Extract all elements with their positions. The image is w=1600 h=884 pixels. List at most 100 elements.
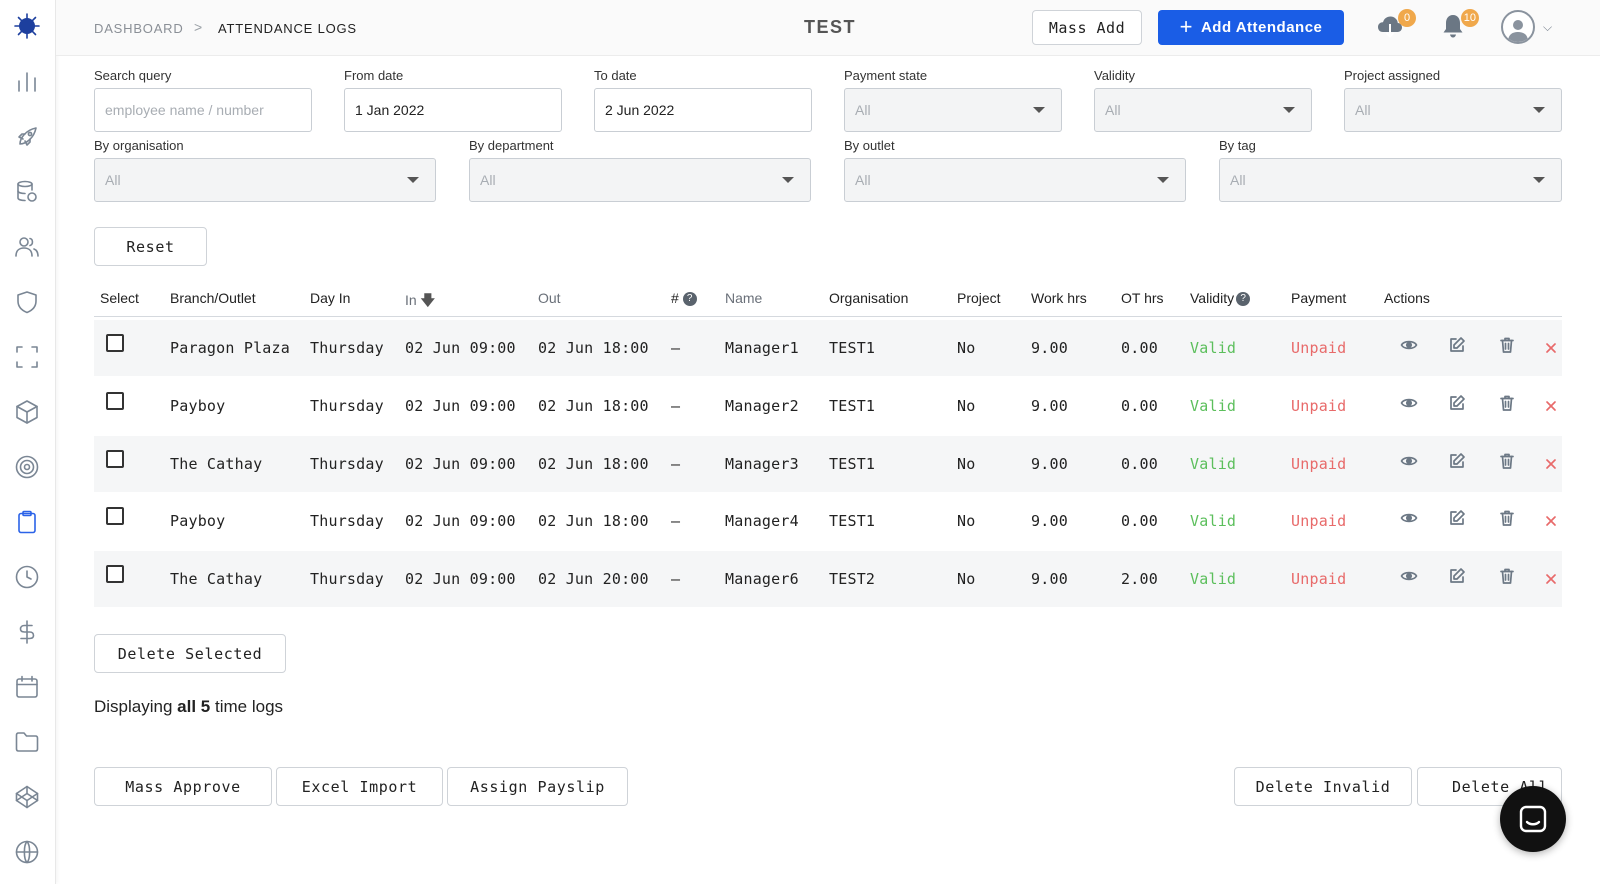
add-attendance-button[interactable]: + Add Attendance (1158, 10, 1344, 45)
cube-icon[interactable] (13, 398, 41, 426)
row-checkbox[interactable] (106, 334, 124, 352)
close-icon[interactable] (1542, 570, 1562, 590)
edit-icon[interactable] (1448, 567, 1468, 587)
logo-icon[interactable] (13, 12, 41, 40)
row-checkbox[interactable] (106, 392, 124, 410)
row-checkbox[interactable] (106, 565, 124, 583)
delete-selected-button[interactable]: Delete Selected (94, 634, 286, 673)
tag-select[interactable]: All (1219, 158, 1562, 202)
assign-payslip-button[interactable]: Assign Payslip (447, 767, 628, 806)
help-icon[interactable]: ? (1236, 292, 1251, 307)
view-icon[interactable] (1400, 336, 1420, 356)
close-icon[interactable] (1542, 339, 1562, 359)
cell-validity: Valid (1190, 397, 1237, 415)
th-work-hrs[interactable]: Work hrs (1031, 290, 1087, 306)
project-assigned-select[interactable]: All (1344, 88, 1562, 132)
cell-project: No (957, 512, 976, 530)
reset-button[interactable]: Reset (94, 227, 207, 266)
folder-icon[interactable] (13, 728, 41, 756)
delete-invalid-button[interactable]: Delete Invalid (1234, 767, 1412, 806)
trash-icon[interactable] (1498, 336, 1518, 356)
shield-icon[interactable] (13, 288, 41, 316)
edit-icon[interactable] (1448, 394, 1468, 414)
chevron-down-icon[interactable]: ⌵ (1543, 20, 1552, 35)
edit-icon[interactable] (1448, 452, 1468, 472)
cloud-download-icon[interactable]: 0 (1376, 9, 1416, 42)
th-actions: Actions (1384, 290, 1430, 306)
rocket-icon[interactable] (13, 123, 41, 151)
breadcrumb-separator: > (194, 19, 203, 35)
cell-organisation: TEST1 (829, 455, 876, 473)
cell-name: Manager6 (725, 570, 799, 588)
department-select[interactable]: All (469, 158, 811, 202)
mass-approve-button[interactable]: Mass Approve (94, 767, 272, 806)
payment-state-value: All (855, 102, 871, 118)
bell-icon[interactable]: 10 (1439, 9, 1479, 42)
avatar[interactable] (1501, 10, 1535, 44)
edit-icon[interactable] (1448, 509, 1468, 529)
close-icon[interactable] (1542, 397, 1562, 417)
th-day-in[interactable]: Day In (310, 290, 350, 306)
summary-prefix: Displaying (94, 697, 173, 716)
from-date-input[interactable]: 1 Jan 2022 (344, 88, 562, 132)
view-icon[interactable] (1400, 452, 1420, 472)
th-ot-hrs[interactable]: OT hrs (1121, 290, 1164, 306)
cell-name: Manager3 (725, 455, 799, 473)
globe-icon[interactable] (13, 838, 41, 866)
payment-state-label: Payment state (844, 68, 928, 83)
trash-icon[interactable] (1498, 567, 1518, 587)
codepen-icon[interactable] (13, 783, 41, 811)
view-icon[interactable] (1400, 509, 1420, 529)
clipboard-icon[interactable] (13, 508, 41, 536)
table-row: The Cathay Thursday 02 Jun 09:00 02 Jun 20:… (94, 551, 1562, 607)
view-icon[interactable] (1400, 394, 1420, 414)
th-in[interactable]: In 🡇 (405, 290, 435, 314)
cell-in: 02 Jun 09:00 (405, 512, 516, 530)
close-icon[interactable] (1542, 455, 1562, 475)
view-icon[interactable] (1400, 567, 1420, 587)
th-project[interactable]: Project (957, 290, 1001, 306)
chart-icon[interactable] (13, 68, 41, 96)
cell-out: 02 Jun 18:00 (538, 397, 649, 415)
help-icon[interactable]: ? (682, 292, 697, 307)
payment-state-select[interactable]: All (844, 88, 1062, 132)
th-payment[interactable]: Payment (1291, 290, 1346, 306)
clock-icon[interactable] (13, 563, 41, 591)
top-header: DASHBOARD > ATTENDANCE LOGS TEST Mass Ad… (56, 0, 1600, 56)
th-organisation[interactable]: Organisation (829, 290, 908, 306)
mass-add-button[interactable]: Mass Add (1032, 10, 1142, 45)
cell-out: 02 Jun 20:00 (538, 570, 649, 588)
edit-icon[interactable] (1448, 336, 1468, 356)
database-icon[interactable] (13, 178, 41, 206)
validity-label: Validity (1094, 68, 1135, 83)
scan-icon[interactable] (13, 343, 41, 371)
th-out[interactable]: Out (538, 290, 561, 306)
calendar-icon[interactable] (13, 673, 41, 701)
cell-out: 02 Jun 18:00 (538, 339, 649, 357)
trash-icon[interactable] (1498, 452, 1518, 472)
dollar-icon[interactable] (13, 618, 41, 646)
validity-select[interactable]: All (1094, 88, 1312, 132)
th-name[interactable]: Name (725, 290, 762, 306)
row-checkbox[interactable] (106, 507, 124, 525)
cell-work-hrs: 9.00 (1031, 512, 1068, 530)
row-checkbox[interactable] (106, 450, 124, 468)
outlet-select[interactable]: All (844, 158, 1186, 202)
cell-work-hrs: 9.00 (1031, 397, 1068, 415)
target-icon[interactable] (13, 453, 41, 481)
excel-import-button[interactable]: Excel Import (276, 767, 443, 806)
trash-icon[interactable] (1498, 394, 1518, 414)
to-date-input[interactable]: 2 Jun 2022 (594, 88, 812, 132)
users-icon[interactable] (13, 233, 41, 261)
breadcrumb-dashboard[interactable]: DASHBOARD (94, 21, 184, 36)
chat-launcher[interactable] (1500, 786, 1566, 852)
cell-hash: — (671, 512, 681, 530)
cell-payment: Unpaid (1291, 397, 1347, 415)
search-input[interactable]: employee name / number (94, 88, 312, 132)
th-in-label: In (405, 292, 417, 308)
th-branch[interactable]: Branch/Outlet (170, 290, 256, 306)
th-validity: Validity? (1190, 290, 1251, 307)
trash-icon[interactable] (1498, 509, 1518, 529)
organisation-select[interactable]: All (94, 158, 436, 202)
close-icon[interactable] (1542, 512, 1562, 532)
